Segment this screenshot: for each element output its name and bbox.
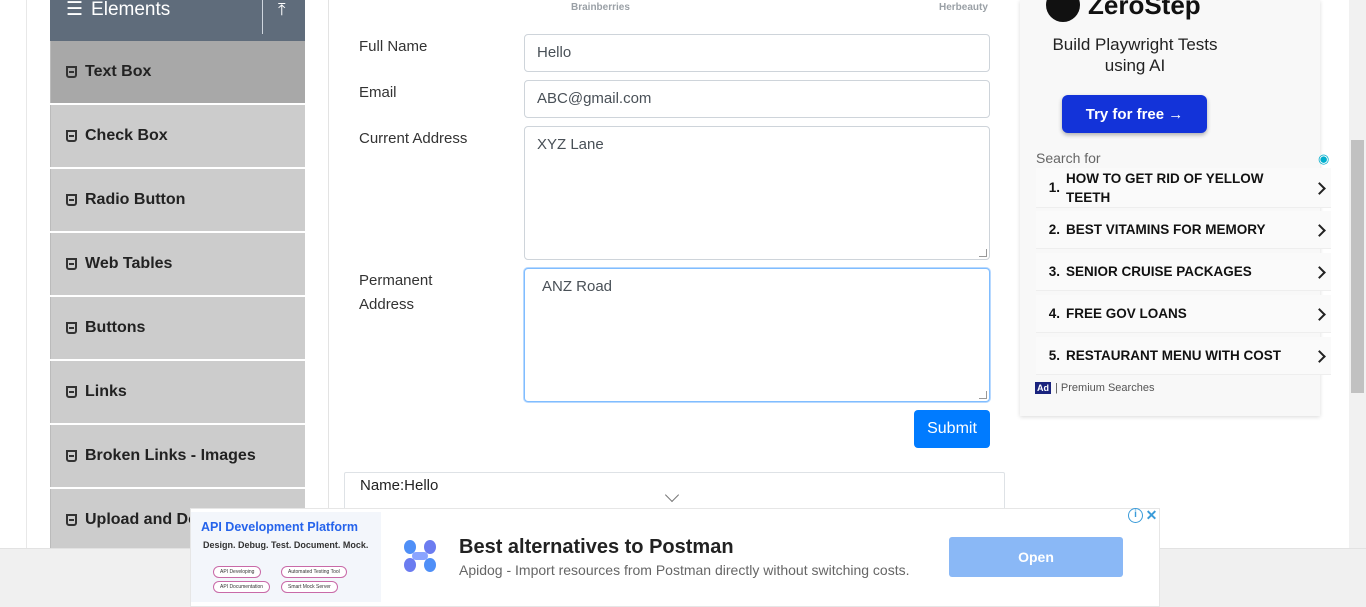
email-input[interactable]: ABC@gmail.com bbox=[524, 80, 990, 118]
html5-icon bbox=[66, 258, 77, 270]
chevron-right-icon bbox=[1311, 220, 1331, 240]
html5-icon bbox=[66, 450, 77, 462]
html5-icon bbox=[66, 194, 77, 206]
chevron-right-icon bbox=[1311, 346, 1331, 366]
ad-search-result[interactable]: 1. HOW TO GET RID OF YELLOW TEETH bbox=[1036, 168, 1331, 208]
html5-icon bbox=[66, 130, 77, 142]
apidog-logo-icon bbox=[404, 540, 436, 572]
output-name: Name:Hello bbox=[360, 477, 439, 494]
feature-pill: Smart Mock Server bbox=[281, 581, 338, 593]
html5-icon bbox=[66, 322, 77, 334]
permanent-address-textarea[interactable]: ANZ Road bbox=[524, 268, 990, 402]
ad-search-result[interactable]: 4. FREE GOV LOANS bbox=[1036, 295, 1331, 333]
sidebar-item-web-tables[interactable]: Web Tables bbox=[50, 233, 305, 295]
sidebar-item-links[interactable]: Links bbox=[50, 361, 305, 423]
ad-choices-icon[interactable]: ◉ bbox=[1318, 151, 1329, 167]
search-for-label: Search for bbox=[1036, 150, 1101, 166]
layout-divider bbox=[328, 0, 329, 548]
premium-searches-footer[interactable]: Ad | Premium Searches bbox=[1035, 382, 1154, 394]
ad-search-result[interactable]: 3. SENIOR CRUISE PACKAGES bbox=[1036, 253, 1331, 291]
brainberries-logo[interactable]: Brainberries bbox=[571, 2, 630, 13]
permanent-address-value: ANZ Road bbox=[542, 278, 613, 295]
chevron-right-icon bbox=[1311, 262, 1331, 282]
upload-arrow-icon[interactable]: ⤒ bbox=[278, 0, 286, 20]
banner-description: Apidog - Import resources from Postman d… bbox=[459, 562, 910, 578]
thumb-title: API Development Platform bbox=[201, 520, 358, 534]
sidebar-item-buttons[interactable]: Buttons bbox=[50, 297, 305, 359]
resize-handle-icon[interactable] bbox=[979, 391, 987, 399]
html5-icon bbox=[66, 386, 77, 398]
herbeauty-logo[interactable]: Herbeauty bbox=[939, 2, 988, 13]
html5-icon bbox=[66, 514, 77, 526]
feature-pill: API Developing bbox=[213, 566, 262, 578]
group-title: ☰ Elements bbox=[66, 0, 171, 20]
full-name-input[interactable]: Hello bbox=[524, 34, 990, 72]
thumb-subtitle: Design. Debug. Test. Document. Mock. bbox=[203, 540, 369, 550]
html5-icon bbox=[66, 66, 77, 78]
elements-group-header[interactable]: ☰ Elements ⤒ bbox=[50, 0, 305, 41]
scrollbar-thumb[interactable] bbox=[1351, 140, 1364, 393]
sidebar-item-check-box[interactable]: Check Box bbox=[50, 105, 305, 167]
email-label: Email bbox=[359, 84, 397, 101]
ad-tag: Ad bbox=[1035, 382, 1051, 394]
submit-button[interactable]: Submit bbox=[914, 410, 990, 448]
ad-search-result[interactable]: 2. BEST VITAMINS FOR MEMORY bbox=[1036, 211, 1331, 249]
hamburger-icon: ☰ bbox=[66, 0, 84, 20]
current-address-value: XYZ Lane bbox=[537, 136, 604, 153]
info-icon[interactable]: i bbox=[1128, 508, 1143, 523]
full-name-label: Full Name bbox=[359, 38, 428, 55]
zerostep-logo[interactable]: ZeroStep bbox=[1046, 0, 1201, 22]
zerostep-logo-icon bbox=[1046, 0, 1080, 22]
current-address-label: Current Address bbox=[359, 130, 468, 147]
sidebar-menu: Text Box Check Box Radio Button Web Tabl… bbox=[50, 41, 305, 553]
header-divider bbox=[262, 0, 263, 34]
ad-headline: Build Playwright Tests using AI bbox=[1052, 35, 1218, 75]
ad-thumbnail[interactable]: API Development Platform Design. Debug. … bbox=[191, 512, 381, 602]
close-icon[interactable]: ✕ bbox=[1144, 508, 1159, 523]
sidebar-item-radio-button[interactable]: Radio Button bbox=[50, 169, 305, 231]
sidebar-item-text-box[interactable]: Text Box bbox=[50, 41, 305, 103]
feature-pill: Automated Testing Tool bbox=[281, 566, 347, 578]
resize-handle-icon[interactable] bbox=[979, 249, 987, 257]
current-address-textarea[interactable]: XYZ Lane bbox=[524, 126, 990, 260]
chevron-right-icon bbox=[1311, 304, 1331, 324]
feature-pill: API Documentation bbox=[213, 581, 271, 593]
layout-divider-left bbox=[26, 0, 27, 548]
try-for-free-button[interactable]: Try for free → bbox=[1062, 95, 1207, 133]
banner-title[interactable]: Best alternatives to Postman bbox=[459, 536, 734, 559]
sidebar-item-broken-links[interactable]: Broken Links - Images bbox=[50, 425, 305, 487]
ad-search-result[interactable]: 5. RESTAURANT MENU WITH COST bbox=[1036, 337, 1331, 375]
chevron-right-icon bbox=[1311, 178, 1331, 198]
permanent-address-label: Permanent Address bbox=[359, 272, 433, 313]
page: ☰ Elements ⤒ Text Box Check Box Radio Bu… bbox=[0, 0, 1366, 607]
open-button[interactable]: Open bbox=[949, 537, 1123, 577]
